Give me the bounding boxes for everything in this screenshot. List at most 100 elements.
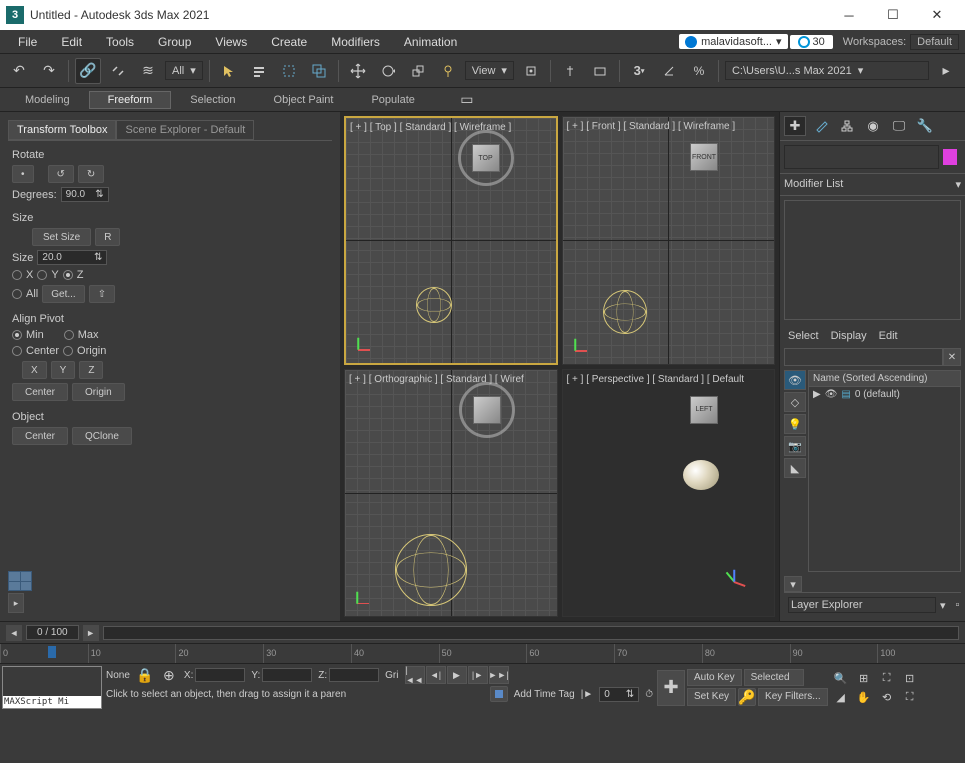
expand-panel-button[interactable]: ▸ <box>8 593 24 613</box>
scale-button[interactable] <box>405 58 431 84</box>
viewcube-front[interactable]: FRONT <box>684 137 724 177</box>
r-button[interactable]: R <box>95 228 120 246</box>
angle-snap-button[interactable] <box>656 58 682 84</box>
object-name-input[interactable] <box>784 145 939 169</box>
move-button[interactable] <box>345 58 371 84</box>
radio-y[interactable] <box>37 270 47 280</box>
create-tab-icon[interactable]: ✚ <box>784 116 806 136</box>
qclone-button[interactable]: QClone <box>72 427 132 445</box>
maxscript-listener[interactable]: MAXScript Mi <box>2 666 102 709</box>
align-x-button[interactable]: X <box>22 361 47 379</box>
timeline-ruler[interactable]: 0102030405060708090100 <box>0 643 965 663</box>
size-spinner[interactable]: 20.0⇅ <box>37 250 107 265</box>
filter-helper-icon[interactable]: ◣ <box>784 458 806 478</box>
motion-tab-icon[interactable]: ◉ <box>862 116 884 136</box>
viewport-front[interactable]: [ + ] [ Front ] [ Standard ] [ Wireframe… <box>562 116 776 365</box>
display-tab-icon[interactable]: 🖵 <box>888 116 910 136</box>
scene-list[interactable]: Name (Sorted Ascending) ▶ 👁 ▤ 0 (default… <box>808 370 961 572</box>
timeline-frame-display[interactable]: 0 / 100 <box>26 625 79 640</box>
zoom-all-icon[interactable]: ⊞ <box>853 669 875 687</box>
rotate-ccw-button[interactable]: ↺ <box>48 165 74 183</box>
viewport-label-persp[interactable]: [ + ] [ Perspective ] [ Standard ] [ Def… <box>567 374 745 385</box>
account-dropdown[interactable]: malavidasoft... ▾ <box>679 34 787 49</box>
radio-origin[interactable] <box>63 346 73 356</box>
utilities-tab-icon[interactable]: 🔧 <box>914 116 936 136</box>
maxscript-input[interactable]: MAXScript Mi <box>3 696 101 708</box>
add-time-tag-button[interactable]: Add Time Tag <box>514 689 575 700</box>
object-color-swatch[interactable] <box>943 149 957 165</box>
rotate-cw-button[interactable]: ↻ <box>78 165 104 183</box>
abs-transform-icon[interactable]: ⊕ <box>160 667 178 683</box>
get-button[interactable]: Get... <box>42 285 84 303</box>
timeline-next-button[interactable]: ► <box>83 625 99 641</box>
selected-dropdown[interactable]: Selected <box>744 669 804 686</box>
layer-dropdown-icon[interactable]: ▾ <box>940 599 946 612</box>
play-button[interactable]: ▶ <box>447 666 467 684</box>
orbit-icon[interactable]: ⟲ <box>876 688 898 706</box>
filter-geometry-icon[interactable]: ◇ <box>784 392 806 412</box>
sphere-wireframe[interactable] <box>603 290 647 334</box>
pan-icon[interactable]: ✋ <box>853 688 875 706</box>
viewcube-persp[interactable]: LEFT <box>684 390 724 430</box>
key-icon[interactable]: 🔑 <box>738 688 756 706</box>
align-center-button[interactable]: Center <box>12 383 68 401</box>
viewport-label-ortho[interactable]: [ + ] [ Orthographic ] [ Standard ] [ Wi… <box>349 374 524 385</box>
unlink-button[interactable] <box>105 58 131 84</box>
zoom-extents-all-icon[interactable]: ⊡ <box>899 669 921 687</box>
reference-coord-dropdown[interactable]: View▾ <box>465 61 514 80</box>
minimize-button[interactable]: ─ <box>827 0 871 30</box>
selection-filter-dropdown[interactable]: All▾ <box>165 61 203 80</box>
timeline-prev-button[interactable]: ◄ <box>6 625 22 641</box>
ribbon-tab-selection[interactable]: Selection <box>171 91 254 109</box>
eye-icon[interactable]: 👁 <box>825 389 838 400</box>
ribbon-tab-freeform[interactable]: Freeform <box>89 91 172 109</box>
radio-x[interactable] <box>12 270 22 280</box>
lock-selection-icon[interactable]: 🔒 <box>136 667 154 683</box>
align-origin-button[interactable]: Origin <box>72 383 125 401</box>
menu-file[interactable]: File <box>6 30 49 54</box>
menu-modifiers[interactable]: Modifiers <box>319 30 392 54</box>
close-button[interactable]: ✕ <box>915 0 959 30</box>
zoom-extents-icon[interactable]: ⛶ <box>876 669 898 687</box>
setkey-button[interactable]: Set Key <box>687 688 736 706</box>
radio-min[interactable] <box>12 330 22 340</box>
time-config-button[interactable]: ⏱ <box>645 689 653 700</box>
keyfilters-button[interactable]: Key Filters... <box>758 688 828 706</box>
link-button[interactable]: 🔗 <box>75 58 101 84</box>
tab-scene-explorer[interactable]: Scene Explorer - Default <box>116 120 254 140</box>
timer-badge[interactable]: 30 <box>790 35 833 49</box>
menu-tools[interactable]: Tools <box>94 30 146 54</box>
prev-frame-button[interactable]: ◄| <box>426 666 446 684</box>
menu-create[interactable]: Create <box>259 30 319 54</box>
rotate-dot-button[interactable]: • <box>12 165 34 183</box>
select-name-button[interactable] <box>246 58 272 84</box>
viewport-layout-button[interactable] <box>8 571 32 591</box>
ribbon-tab-modeling[interactable]: Modeling <box>6 91 89 109</box>
y-input[interactable] <box>262 668 312 682</box>
align-y-button[interactable]: Y <box>51 361 76 379</box>
sphere-wireframe[interactable] <box>395 534 467 606</box>
menu-edit[interactable]: Edit <box>49 30 94 54</box>
viewport-perspective[interactable]: [ + ] [ Perspective ] [ Standard ] [ Def… <box>562 369 776 618</box>
autokey-button[interactable]: Auto Key <box>687 669 742 686</box>
rotate-button[interactable] <box>375 58 401 84</box>
time-tag-icon[interactable] <box>490 686 508 702</box>
ribbon-collapse-button[interactable]: ▭ <box>454 87 480 113</box>
timeline-track[interactable] <box>103 626 959 640</box>
goto-end-button[interactable]: ►►| <box>489 666 509 684</box>
placement-button[interactable] <box>435 58 461 84</box>
undo-button[interactable]: ↶ <box>6 58 32 84</box>
pivot-button[interactable] <box>518 58 544 84</box>
setsize-button[interactable]: Set Size <box>32 228 91 246</box>
ribbon-tab-objectpaint[interactable]: Object Paint <box>255 91 353 109</box>
menu-views[interactable]: Views <box>203 30 259 54</box>
sphere-wireframe[interactable] <box>416 287 452 323</box>
keyboard-shortcut-button[interactable] <box>587 58 613 84</box>
layer-explorer-input[interactable] <box>788 597 936 613</box>
percent-snap-button[interactable]: % <box>686 58 712 84</box>
snap-button[interactable]: 3▾ <box>626 58 652 84</box>
object-center-button[interactable]: Center <box>12 427 68 445</box>
layer-close-icon[interactable]: ▫ <box>956 599 960 611</box>
viewport-top[interactable]: [ + ] [ Top ] [ Standard ] [ Wireframe ]… <box>344 116 558 365</box>
scene-tab-edit[interactable]: Edit <box>879 330 898 342</box>
